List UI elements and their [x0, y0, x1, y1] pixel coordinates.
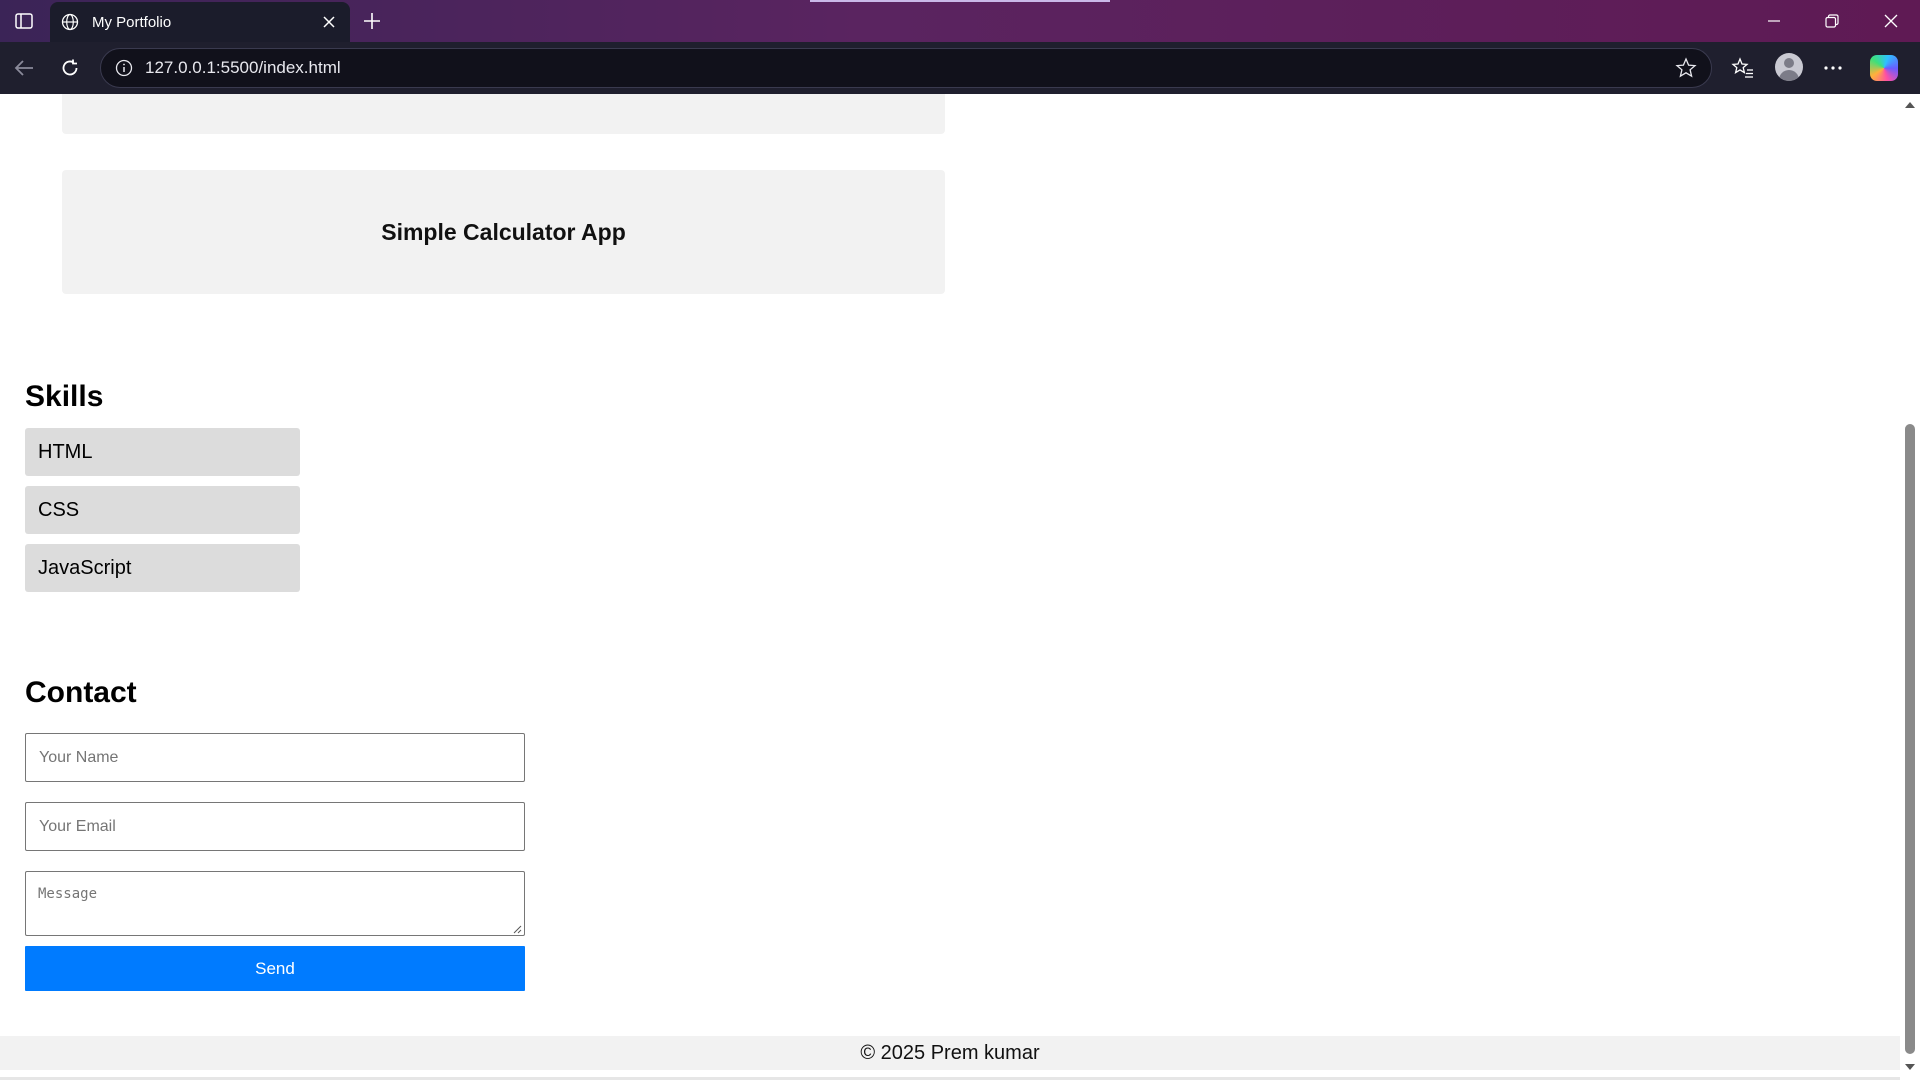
skills-heading: Skills: [25, 380, 104, 413]
email-field[interactable]: [25, 802, 525, 851]
new-tab-icon[interactable]: [358, 8, 386, 34]
project-title: Simple Calculator App: [381, 218, 626, 245]
skill-item: JavaScript: [25, 544, 300, 592]
back-arrow-icon[interactable]: [8, 52, 40, 84]
restore-icon[interactable]: [1803, 0, 1861, 42]
footer-text: © 2025 Prem kumar: [860, 1041, 1040, 1064]
globe-icon: [60, 12, 80, 32]
browser-toolbar: 127.0.0.1:5500/index.html: [0, 42, 1920, 94]
browser-chrome: My Portfolio 127.0.0.1:5500/index.html: [0, 0, 1920, 94]
footer: © 2025 Prem kumar: [0, 1036, 1900, 1070]
star-icon[interactable]: [1673, 55, 1699, 81]
more-options-icon[interactable]: [1817, 52, 1849, 84]
page-viewport: Simple Calculator App Skills HTML CSS Ja…: [0, 94, 1900, 1080]
resize-grip-icon[interactable]: [512, 924, 522, 934]
project-card: Simple Calculator App: [62, 170, 945, 294]
tab-my-portfolio[interactable]: My Portfolio: [50, 2, 350, 42]
tab-title: My Portfolio: [92, 13, 172, 31]
skill-item: CSS: [25, 486, 300, 534]
vertical-scrollbar[interactable]: [1900, 94, 1920, 1080]
scroll-down-arrow-icon[interactable]: [1905, 1064, 1915, 1070]
refresh-icon[interactable]: [54, 52, 86, 84]
message-field[interactable]: [25, 871, 525, 936]
info-icon[interactable]: [113, 57, 135, 79]
minimize-icon[interactable]: [1745, 0, 1803, 42]
address-bar[interactable]: 127.0.0.1:5500/index.html: [100, 48, 1712, 88]
scroll-thumb[interactable]: [1905, 424, 1915, 1054]
send-button[interactable]: Send: [25, 946, 525, 991]
close-tab-icon[interactable]: [318, 11, 340, 33]
skill-item: HTML: [25, 428, 300, 476]
tab-strip: My Portfolio: [0, 0, 1920, 42]
favorites-icon[interactable]: [1727, 52, 1759, 84]
contact-heading: Contact: [25, 676, 137, 709]
project-card: [62, 94, 945, 134]
url-text: 127.0.0.1:5500/index.html: [145, 58, 341, 77]
progress-strip: [810, 0, 1110, 2]
copilot-icon[interactable]: [1870, 55, 1898, 81]
scroll-up-arrow-icon[interactable]: [1905, 102, 1915, 108]
sidebar-toggle-icon[interactable]: [10, 8, 38, 34]
close-window-icon[interactable]: [1862, 0, 1920, 42]
profile-avatar[interactable]: [1775, 53, 1803, 81]
name-field[interactable]: [25, 733, 525, 782]
